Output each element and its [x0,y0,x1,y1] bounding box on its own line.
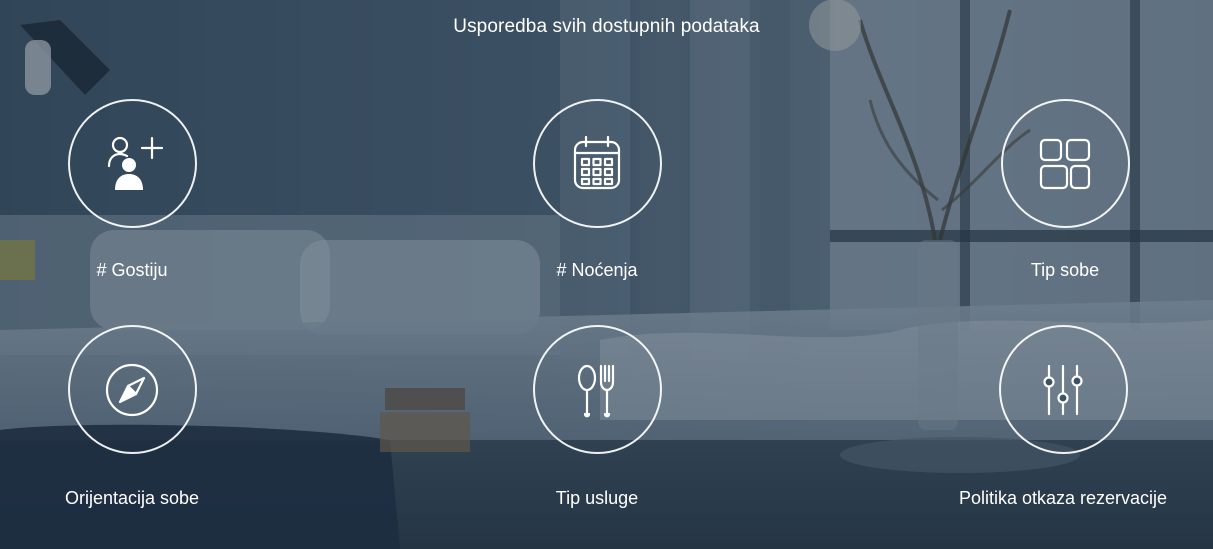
feature-nights-label: # Noćenja [556,260,638,280]
calendar-icon [573,135,621,189]
feature-room-orientation[interactable]: Orijentacija sobe [12,325,252,509]
add-user-icon [107,136,164,190]
feature-service-type-label: Tip usluge [555,488,639,508]
feature-guests-circle[interactable] [67,99,197,228]
comparison-section: Usporedba svih dostupnih podataka # Gost… [0,0,1213,549]
compass-icon [105,363,159,416]
spoon-fork-icon [577,364,615,417]
feature-room-orientation-circle[interactable] [67,325,197,454]
feature-room-type[interactable]: Tip sobe [945,99,1185,281]
section-title: Usporedba svih dostupnih podataka [453,16,760,37]
feature-cancellation-policy[interactable]: Politika otkaza rezervacije [933,325,1193,509]
feature-guests[interactable]: # Gostiju [12,99,252,281]
feature-nights[interactable]: # Noćenja [477,99,717,281]
feature-cancellation-policy-circle[interactable] [998,325,1128,454]
sliders-icon [1043,364,1083,415]
feature-service-type-circle[interactable] [532,325,662,454]
feature-room-type-label: Tip sobe [1030,260,1100,280]
feature-room-orientation-label: Orijentacija sobe [64,488,200,508]
room-layout-grid-icon [1039,138,1091,189]
feature-service-type[interactable]: Tip usluge [477,325,717,509]
feature-cancellation-policy-label: Politika otkaza rezervacije [958,488,1168,508]
feature-nights-circle[interactable] [532,99,662,228]
feature-guests-label: # Gostiju [96,260,168,280]
feature-room-type-circle[interactable] [1000,99,1130,228]
